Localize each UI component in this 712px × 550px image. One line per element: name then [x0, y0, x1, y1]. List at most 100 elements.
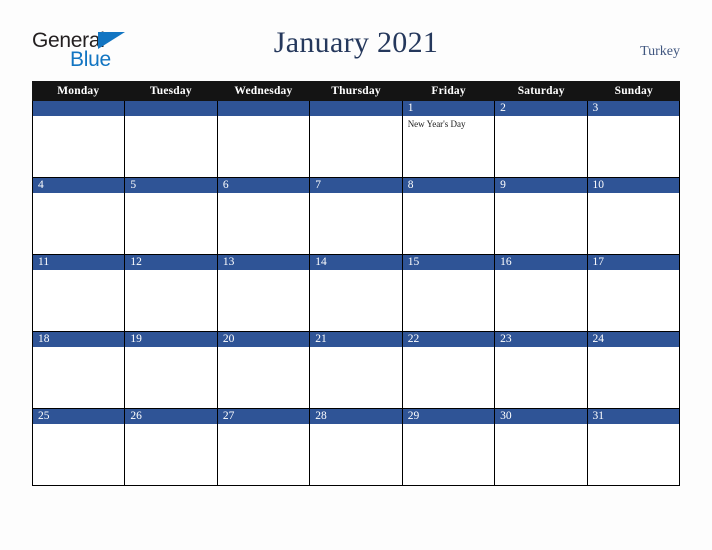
weekday-header-wednesday: Wednesday — [234, 85, 293, 97]
day-cell-17[interactable]: 17 — [586, 255, 680, 332]
day-events — [310, 424, 401, 485]
day-events — [33, 116, 124, 177]
day-events — [310, 270, 401, 331]
day-cell-11[interactable]: 11 — [32, 255, 125, 332]
day-number: 20 — [217, 332, 310, 347]
weekday-header-sunday: Sunday — [614, 85, 653, 97]
region-label: Turkey — [640, 44, 680, 59]
week-row: 25 26 27 28 29 30 31 — [32, 409, 680, 486]
day-events — [218, 193, 309, 254]
day-cell-5[interactable]: 5 — [124, 178, 217, 255]
day-cell-10[interactable]: 10 — [586, 178, 680, 255]
day-cell-3[interactable]: 3 — [586, 101, 680, 178]
day-number: 15 — [402, 255, 495, 270]
day-events — [403, 424, 494, 485]
day-cell-28[interactable]: 28 — [309, 409, 402, 486]
day-events — [33, 347, 124, 408]
weekday-header-friday: Friday — [431, 85, 466, 97]
weekday-header-thursday: Thursday — [331, 85, 381, 97]
day-number: 8 — [402, 178, 495, 193]
week-row: 18 19 20 21 22 23 24 — [32, 332, 680, 409]
day-events — [588, 116, 679, 177]
weekday-header-saturday: Saturday — [517, 85, 565, 97]
day-cell-16[interactable]: 16 — [494, 255, 587, 332]
day-cell-empty[interactable] — [309, 101, 402, 178]
day-number: 25 — [33, 409, 125, 424]
day-cell-1[interactable]: 1 New Year's Day — [401, 101, 495, 178]
day-number: 21 — [310, 332, 402, 347]
day-events — [218, 116, 309, 177]
day-cell-24[interactable]: 24 — [586, 332, 680, 409]
day-number: 28 — [310, 409, 402, 424]
day-cell-empty[interactable] — [124, 101, 217, 178]
day-cell-2[interactable]: 2 — [494, 101, 587, 178]
day-events — [495, 424, 586, 485]
day-cell-19[interactable]: 19 — [124, 332, 217, 409]
day-cell-31[interactable]: 31 — [586, 409, 680, 486]
page-title: January 2021 — [273, 26, 439, 59]
day-cell-20[interactable]: 20 — [216, 332, 310, 409]
week-row: 11 12 13 14 15 16 17 — [32, 255, 680, 332]
day-cell-12[interactable]: 12 — [124, 255, 217, 332]
day-cell-empty[interactable] — [216, 101, 310, 178]
day-number — [125, 101, 217, 116]
day-events — [125, 424, 216, 485]
day-events — [125, 193, 216, 254]
weekday-header-monday: Monday — [57, 85, 100, 97]
week-row: 4 5 6 7 8 9 10 — [32, 178, 680, 255]
day-number: 6 — [217, 178, 310, 193]
day-events — [33, 424, 124, 485]
day-events: New Year's Day — [403, 116, 494, 177]
day-number: 4 — [33, 178, 125, 193]
day-number: 27 — [217, 409, 310, 424]
day-number: 13 — [217, 255, 310, 270]
day-number: 12 — [125, 255, 217, 270]
day-events — [588, 270, 679, 331]
event-label: New Year's Day — [407, 119, 466, 129]
day-cell-18[interactable]: 18 — [32, 332, 125, 409]
day-cell-26[interactable]: 26 — [124, 409, 217, 486]
day-cell-30[interactable]: 30 — [494, 409, 587, 486]
day-cell-27[interactable]: 27 — [216, 409, 310, 486]
day-number: 23 — [495, 332, 587, 347]
day-cell-25[interactable]: 25 — [32, 409, 125, 486]
day-events — [403, 193, 494, 254]
day-events — [310, 347, 401, 408]
page-header: General Blue January 2021 Turkey — [0, 0, 712, 70]
day-number: 24 — [587, 332, 679, 347]
day-number — [217, 101, 310, 116]
day-cell-8[interactable]: 8 — [401, 178, 495, 255]
day-events — [495, 116, 586, 177]
day-number: 10 — [587, 178, 679, 193]
day-cell-9[interactable]: 9 — [494, 178, 587, 255]
day-number: 2 — [495, 101, 587, 116]
day-number: 1 — [402, 101, 495, 116]
day-events — [495, 270, 586, 331]
day-cell-21[interactable]: 21 — [309, 332, 402, 409]
day-cell-23[interactable]: 23 — [494, 332, 587, 409]
day-number: 31 — [587, 409, 679, 424]
day-number: 22 — [402, 332, 495, 347]
day-cell-6[interactable]: 6 — [216, 178, 310, 255]
day-events — [495, 347, 586, 408]
day-number: 14 — [310, 255, 402, 270]
day-cell-empty[interactable] — [32, 101, 125, 178]
day-cell-15[interactable]: 15 — [401, 255, 495, 332]
day-number: 11 — [33, 255, 125, 270]
day-events — [125, 116, 216, 177]
day-events — [125, 347, 216, 408]
day-cell-4[interactable]: 4 — [32, 178, 125, 255]
day-events — [495, 193, 586, 254]
day-events — [403, 347, 494, 408]
day-cell-22[interactable]: 22 — [401, 332, 495, 409]
day-events — [33, 270, 124, 331]
weekday-header-tuesday: Tuesday — [149, 85, 192, 97]
day-number: 30 — [495, 409, 587, 424]
day-number: 29 — [402, 409, 495, 424]
day-events — [310, 116, 401, 177]
day-cell-14[interactable]: 14 — [309, 255, 402, 332]
day-cell-29[interactable]: 29 — [401, 409, 495, 486]
day-cell-7[interactable]: 7 — [309, 178, 402, 255]
day-events — [588, 424, 679, 485]
day-cell-13[interactable]: 13 — [216, 255, 310, 332]
